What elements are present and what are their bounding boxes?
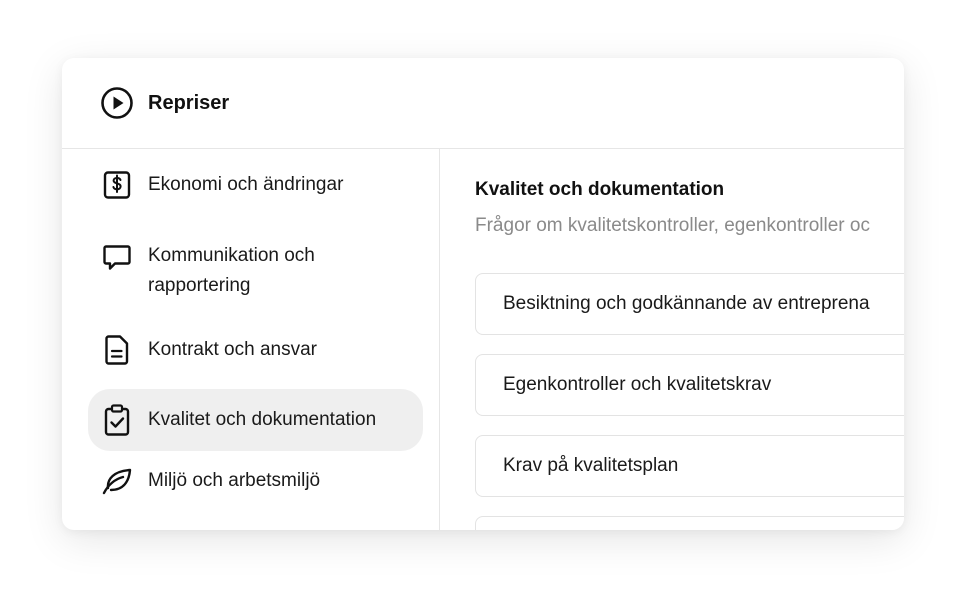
category-sidebar: Ekonomi och ändringar Kommunikation och … <box>62 149 440 530</box>
play-circle-icon <box>100 86 134 120</box>
faq-item[interactable]: Krav på kvalitetsplan <box>475 435 904 497</box>
sidebar-item-kommunikation[interactable]: Kommunikation och rapportering <box>88 241 423 311</box>
sidebar-item-label: Kontrakt och ansvar <box>148 339 317 360</box>
faq-item[interactable]: Egenkontroller och kvalitetskrav <box>475 354 904 416</box>
faq-question: Besiktning och godkännande av entreprena <box>503 293 870 314</box>
section-title: Kvalitet och dokumentation <box>475 179 725 200</box>
card-body: Ekonomi och ändringar Kommunikation och … <box>62 149 904 530</box>
chat-bubble-icon <box>100 241 134 275</box>
sidebar-item-label: Kvalitet och dokumentation <box>148 409 377 430</box>
sidebar-item-kontrakt[interactable]: Kontrakt och ansvar <box>88 333 423 383</box>
sidebar-item-miljo[interactable]: Miljö och arbetsmiljö <box>88 464 423 514</box>
faq-item[interactable] <box>475 516 904 530</box>
category-content: Kvalitet och dokumentation Frågor om kva… <box>440 149 904 530</box>
sidebar-item-label: Ekonomi och ändringar <box>148 174 344 195</box>
faq-item[interactable]: Besiktning och godkännande av entreprena <box>475 273 904 335</box>
document-icon <box>100 333 134 367</box>
dollar-document-icon <box>100 168 134 202</box>
section-description: Frågor om kvalitetskontroller, egenkontr… <box>475 215 870 236</box>
sidebar-item-label: Kommunikation och rapportering <box>148 245 315 296</box>
sidebar-item-label: Miljö och arbetsmiljö <box>148 470 321 491</box>
faq-question: Egenkontroller och kvalitetskrav <box>503 374 772 395</box>
sidebar-item-kvalitet[interactable]: Kvalitet och dokumentation <box>88 389 423 451</box>
faq-question: Krav på kvalitetsplan <box>503 455 679 476</box>
faq-card: Repriser Ekonomi och ändringar Kommunika… <box>62 58 904 530</box>
card-header: Repriser <box>62 58 904 149</box>
clipboard-check-icon <box>100 403 134 437</box>
sidebar-item-ekonomi[interactable]: Ekonomi och ändringar <box>88 168 423 218</box>
header-title: Repriser <box>148 91 230 114</box>
leaf-icon <box>100 464 134 498</box>
